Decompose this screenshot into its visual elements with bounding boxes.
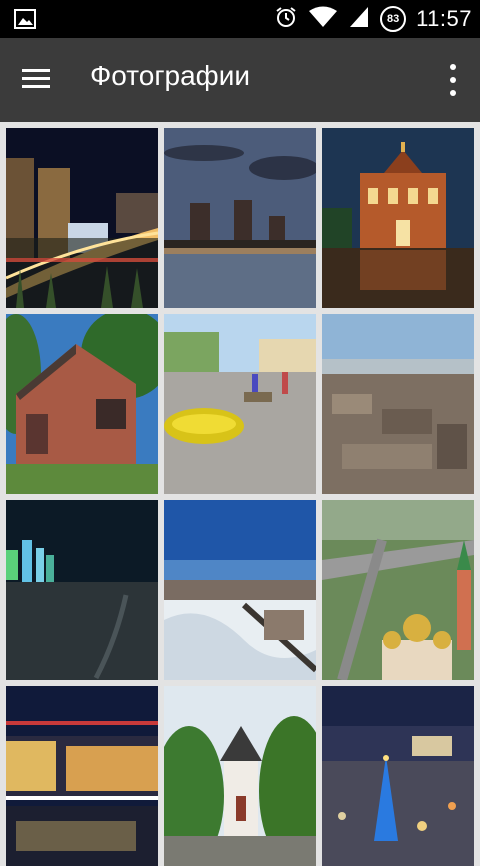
wifi-icon: [308, 5, 338, 34]
photo-church-night-reflection[interactable]: [322, 128, 474, 308]
photo-night-street-lights[interactable]: [6, 686, 158, 866]
photo-aerial-cathedral[interactable]: [322, 500, 474, 680]
photo-aerial-city-view[interactable]: [322, 314, 474, 494]
clock: 11:57: [416, 6, 472, 31]
signal-icon: [348, 5, 370, 34]
photo-winter-night-towers[interactable]: [6, 500, 158, 680]
photo-chapel-park[interactable]: [164, 686, 316, 866]
photo-river-skyline-dusk[interactable]: [164, 128, 316, 308]
page-title: Фотографии: [90, 60, 251, 91]
battery-icon: 83: [380, 6, 407, 32]
app-toolbar: Фотографии: [0, 38, 480, 122]
photo-winter-aerial-bridge[interactable]: [164, 500, 316, 680]
photo-pedestrian-street-flowers[interactable]: [164, 314, 316, 494]
photo-old-brick-house[interactable]: [6, 314, 158, 494]
alarm-icon: [274, 5, 298, 34]
more-vert-icon[interactable]: [446, 64, 460, 96]
status-bar: 83 11:57: [0, 0, 480, 38]
photo-night-city-street[interactable]: [6, 128, 158, 308]
menu-icon[interactable]: [22, 64, 62, 98]
gallery-notification-icon: [14, 9, 36, 29]
photo-christmas-square-night[interactable]: [322, 686, 474, 866]
